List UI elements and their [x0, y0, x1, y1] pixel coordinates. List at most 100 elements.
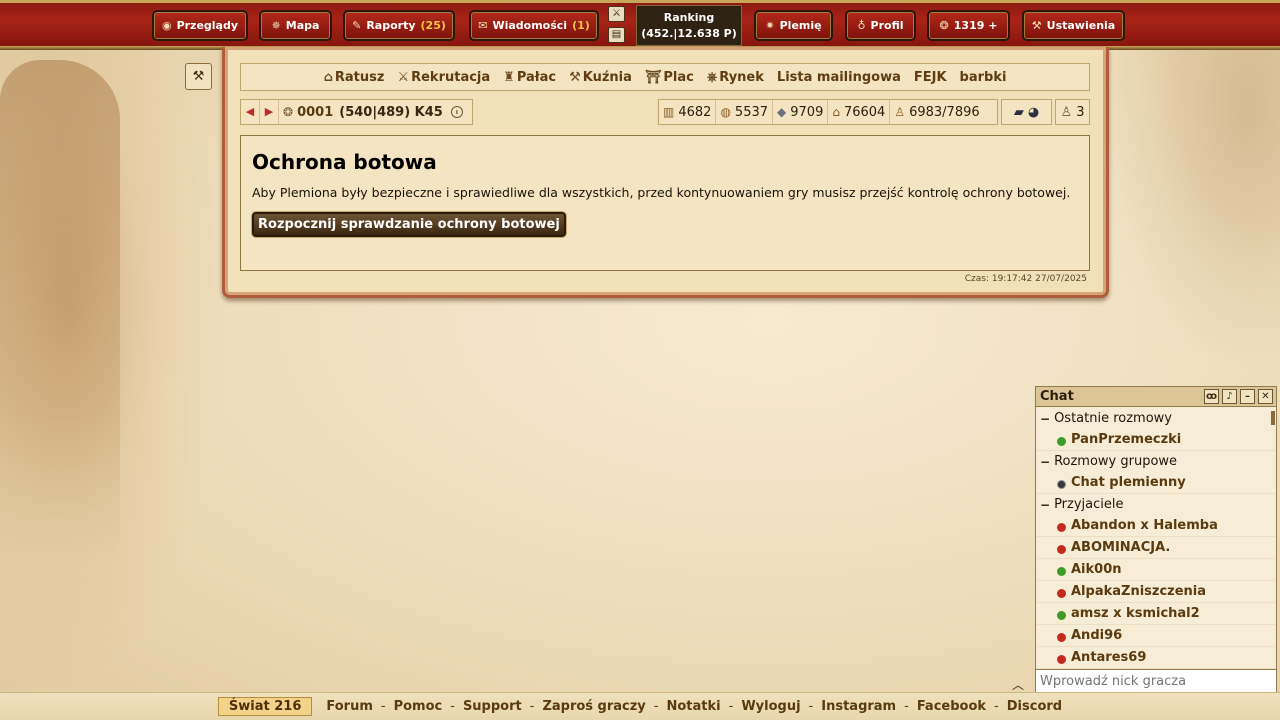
- menu-item-palace[interactable]: ♜ Pałac: [503, 70, 556, 85]
- farm-icon: ♙: [894, 105, 906, 119]
- resource-clay[interactable]: ◍ 5537: [716, 100, 774, 124]
- settings-button[interactable]: ⚒ Ustawienia: [1022, 10, 1125, 41]
- online-status-icon: [1057, 437, 1066, 446]
- page-title: Ochrona botowa: [252, 150, 437, 174]
- overviews-button[interactable]: ◉ Przeglądy: [152, 10, 248, 41]
- footer-separator: -: [380, 699, 386, 714]
- chat-contact[interactable]: Andi96: [1036, 625, 1276, 647]
- chat-contact[interactable]: PanPrzemeczki: [1036, 429, 1276, 451]
- chat-group-friends[interactable]: − Przyjaciele: [1036, 494, 1276, 515]
- offline-status-icon: [1057, 633, 1066, 642]
- chat-contact[interactable]: ABOMINACJA.: [1036, 537, 1276, 559]
- premium-points-button[interactable]: ❂ 1319 +: [927, 10, 1010, 41]
- quill-icon: ✎: [352, 19, 362, 32]
- online-status-icon: [1057, 611, 1066, 620]
- tribe-button[interactable]: ✷ Plemię: [754, 10, 833, 41]
- swords-shortcut-icon[interactable]: ⚔: [608, 6, 625, 22]
- knight-helmet-icon[interactable]: ◕: [1028, 105, 1039, 120]
- chat-sound-icon[interactable]: ♪: [1222, 389, 1237, 404]
- footer-separator: -: [808, 699, 814, 714]
- map-button[interactable]: ✵ Mapa: [259, 10, 332, 41]
- chat-nick-input[interactable]: [1036, 669, 1276, 692]
- premium-coin-icon: ❂: [939, 19, 949, 32]
- rally-point-icon: ⛩: [644, 69, 662, 85]
- village-info-icon[interactable]: ᵢ: [450, 106, 463, 118]
- bot-protection-panel: Ochrona botowa Aby Plemiona były bezpiec…: [240, 135, 1090, 271]
- menu-item-rally-point[interactable]: ⛩ Plac: [645, 70, 694, 85]
- group-status-icon: [1057, 480, 1066, 489]
- chat-contact[interactable]: Aik00n: [1036, 559, 1276, 581]
- units-counter[interactable]: ♙ 3: [1055, 99, 1090, 125]
- eye-icon: ◉: [161, 19, 172, 32]
- collapse-icon: −: [1040, 454, 1051, 469]
- footer-link-notes[interactable]: Notatki: [667, 699, 721, 714]
- next-village-button[interactable]: ▶: [260, 100, 279, 124]
- swords-icon: ⚔: [397, 69, 410, 85]
- anvil-icon: ⚒: [569, 69, 581, 85]
- clay-icon: ◍: [720, 105, 731, 119]
- village-name[interactable]: 0001: [297, 105, 333, 120]
- previous-village-button[interactable]: ◀: [241, 100, 260, 124]
- tribe-icon: ✷: [765, 19, 775, 32]
- chat-contact[interactable]: Abandon x Halemba: [1036, 515, 1276, 537]
- town-hall-icon: ⌂: [323, 69, 333, 85]
- chat-close-icon[interactable]: ✕: [1258, 389, 1273, 404]
- hammer-icon: ⚒: [192, 69, 205, 84]
- bot-protection-description: Aby Plemiona były bezpieczne i sprawiedl…: [252, 185, 1071, 200]
- compass-icon: ✵: [271, 19, 281, 32]
- ranking-box[interactable]: Ranking (452.|12.638 P): [636, 5, 742, 46]
- footer-link-instagram[interactable]: Instagram: [821, 699, 896, 714]
- chat-group-recent[interactable]: − Ostatnie rozmowy: [1036, 408, 1276, 429]
- reports-count: (25): [420, 19, 446, 32]
- reports-button[interactable]: ✎ Raporty (25): [343, 10, 455, 41]
- collapse-icon: −: [1040, 497, 1051, 512]
- collapse-icon: −: [1040, 411, 1051, 426]
- start-bot-check-button[interactable]: Rozpocznij sprawdzanie ochrony botowej: [252, 212, 566, 237]
- footer-link-forum[interactable]: Forum: [326, 699, 373, 714]
- menu-item-mailing-list[interactable]: Lista mailingowa: [777, 70, 901, 85]
- chat-minimize-icon[interactable]: –: [1240, 389, 1255, 404]
- chat-contact[interactable]: AlpakaZniszczenia: [1036, 581, 1276, 603]
- village-selector: ◀ ▶ ❂ 0001 (540|489) K45 ᵢ: [240, 99, 473, 125]
- footer-link-support[interactable]: Support: [463, 699, 522, 714]
- resource-iron[interactable]: ◆ 9709: [773, 100, 829, 124]
- chat-contact[interactable]: Chat plemienny: [1036, 472, 1276, 494]
- resource-population[interactable]: ♙ 6983/7896: [890, 100, 983, 124]
- server-time: Czas: 19:17:42 27/07/2025: [964, 274, 1087, 284]
- menu-item-smithy[interactable]: ⚒ Kuźnia: [569, 70, 632, 85]
- book-icon[interactable]: ▰: [1014, 105, 1024, 120]
- footer-link-logout[interactable]: Wyloguj: [741, 699, 800, 714]
- chat-contact[interactable]: Antares69: [1036, 647, 1276, 669]
- menu-item-barbki[interactable]: barbki: [960, 70, 1007, 85]
- footer-link-discord[interactable]: Discord: [1007, 699, 1062, 714]
- footer-link-help[interactable]: Pomoc: [394, 699, 443, 714]
- resources-bar: ▥ 4682 ◍ 5537 ◆ 9709 ⌂ 76604 ♙ 6983/7896: [658, 99, 998, 125]
- settings-icon: ⚒: [1031, 19, 1042, 32]
- chat-contact[interactable]: amsz x ksmichal2: [1036, 603, 1276, 625]
- envelope-icon: ✉: [478, 19, 488, 32]
- offline-status-icon: [1057, 589, 1066, 598]
- chat-header: Chat ꝏ ♪ – ✕: [1036, 387, 1276, 407]
- village-coords: (540|489) K45: [339, 104, 443, 120]
- menu-item-fejk[interactable]: FEJK: [914, 70, 947, 85]
- profile-button[interactable]: ♁ Profil: [845, 10, 916, 41]
- chevron-up-icon[interactable]: ︿: [1012, 676, 1024, 693]
- sidebar-toggle-button[interactable]: ⚒: [185, 63, 212, 90]
- chat-friends-icon[interactable]: ꝏ: [1204, 389, 1219, 404]
- chat-group-group-chats[interactable]: − Rozmowy grupowe: [1036, 451, 1276, 472]
- footer-separator: -: [994, 699, 999, 714]
- notebook-shortcut-icon[interactable]: ▤: [608, 27, 625, 43]
- resource-wood[interactable]: ▥ 4682: [659, 100, 717, 124]
- footer-link-facebook[interactable]: Facebook: [917, 699, 986, 714]
- world-badge[interactable]: Świat 216: [217, 697, 313, 716]
- unit-icon: ♙: [1060, 104, 1073, 120]
- offline-status-icon: [1057, 545, 1066, 554]
- wood-icon: ▥: [663, 105, 675, 119]
- footer-link-invite[interactable]: Zaproś graczy: [542, 699, 645, 714]
- menu-item-town-hall[interactable]: ⌂ Ratusz: [324, 70, 385, 85]
- menu-item-market[interactable]: ⎈ Rynek: [707, 70, 764, 85]
- resource-storage[interactable]: ⌂ 76604: [828, 100, 891, 124]
- messages-button[interactable]: ✉ Wiadomości (1): [469, 10, 599, 41]
- chat-scrollbar[interactable]: [1271, 411, 1275, 425]
- menu-item-recruitment[interactable]: ⚔ Rekrutacja: [397, 70, 490, 85]
